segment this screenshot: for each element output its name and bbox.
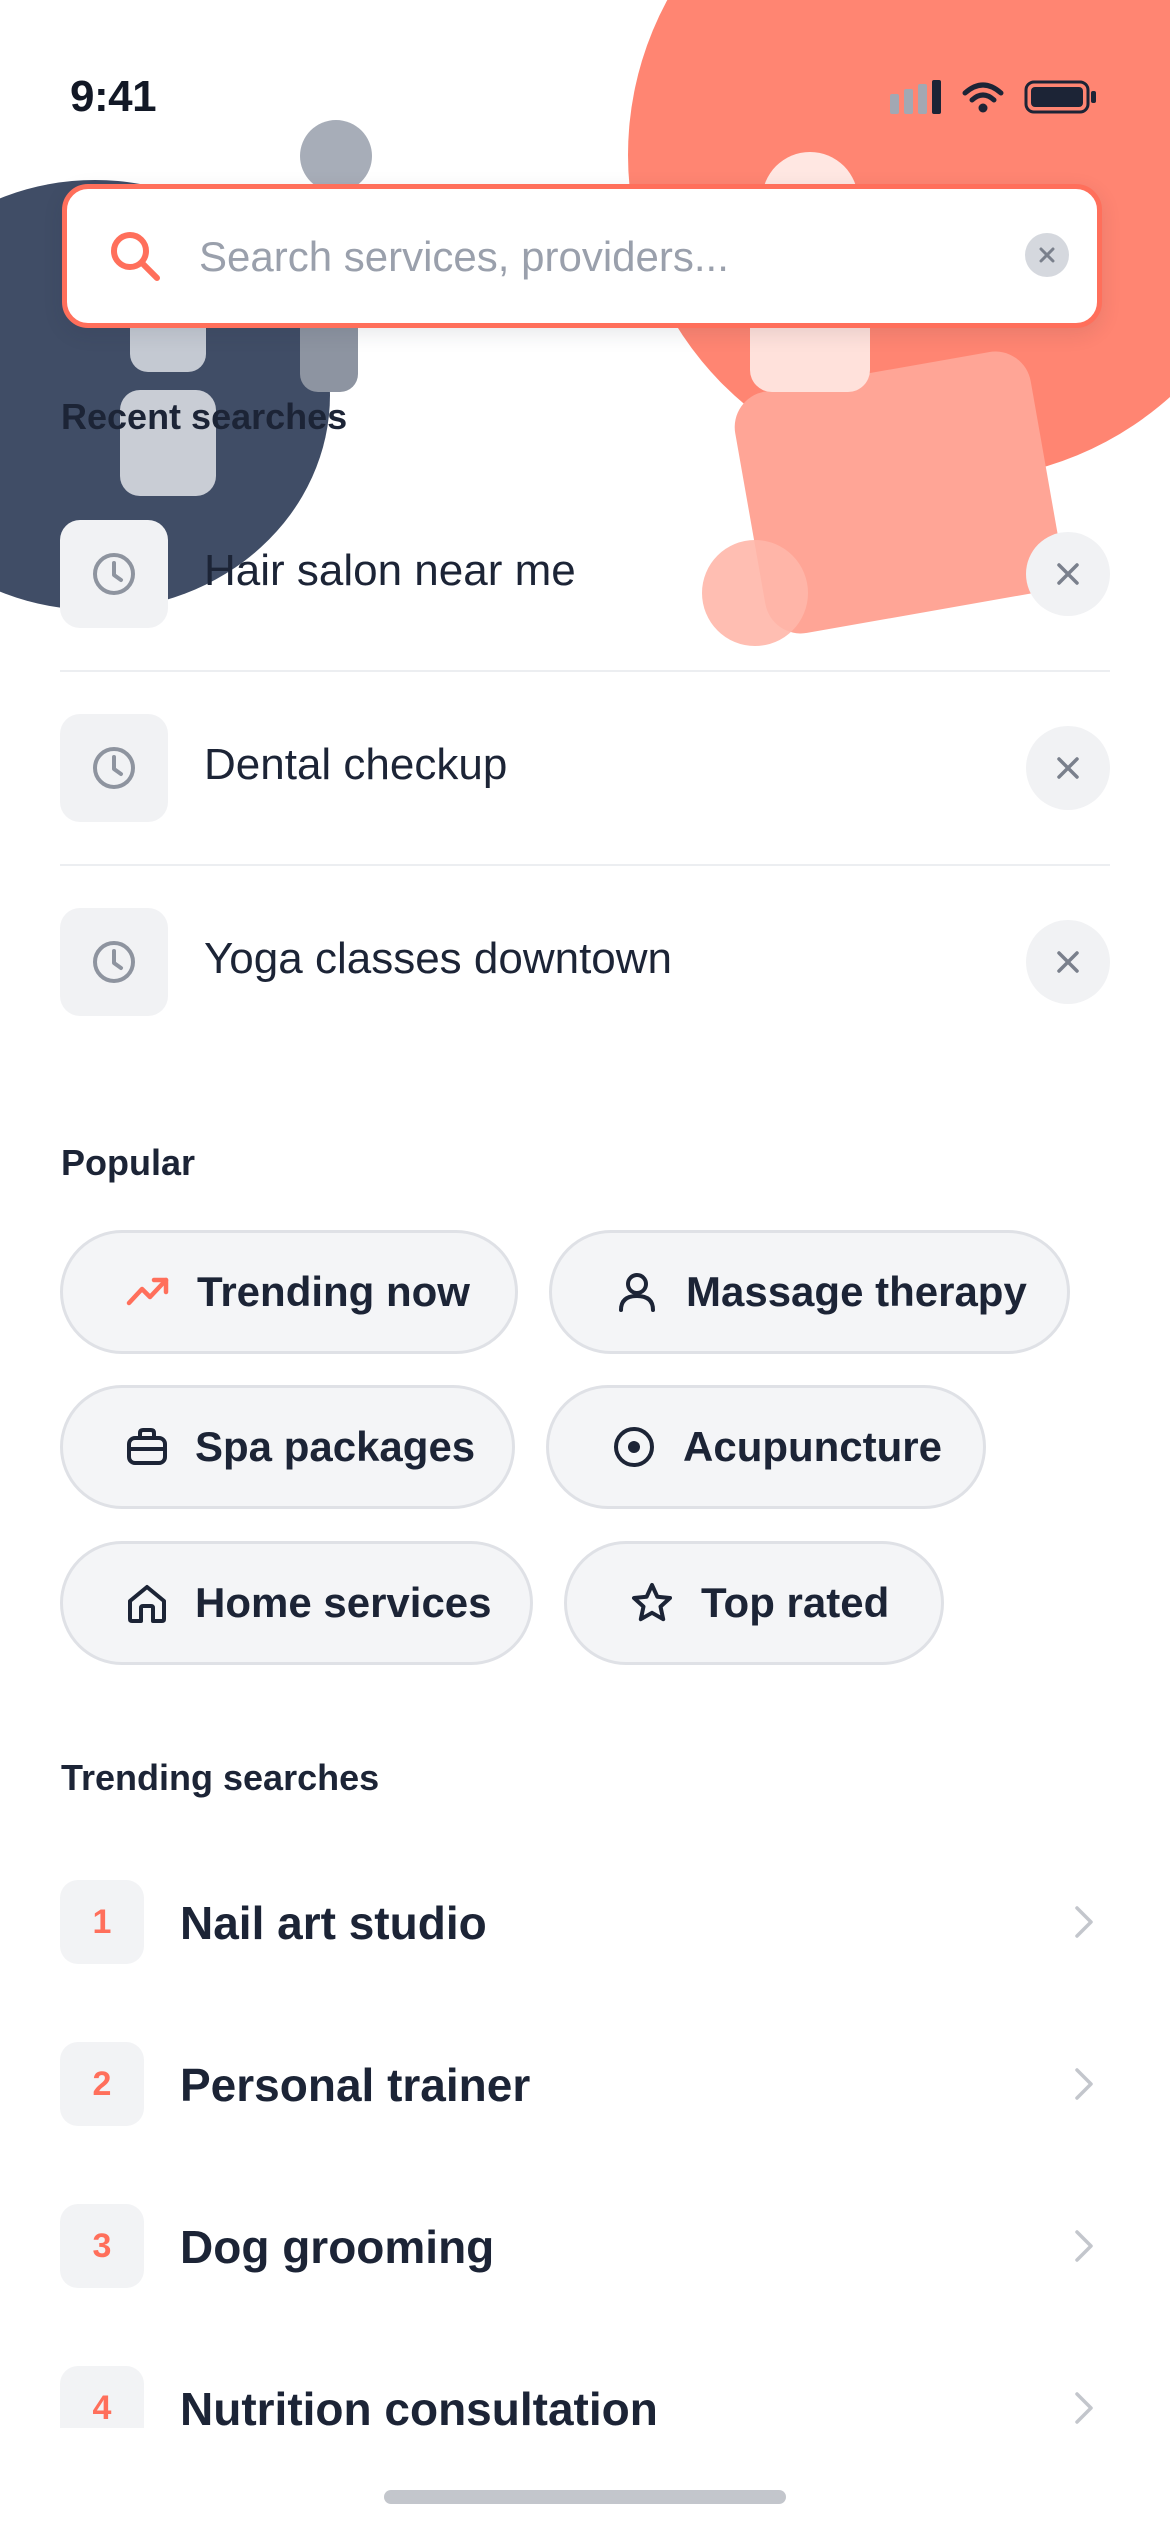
trending-item[interactable]: 1 Nail art studio [60,1858,1110,1998]
status-icons [890,80,1098,119]
remove-recent-button[interactable] [1026,726,1110,810]
rank-badge: 1 [60,1880,144,1964]
chevron-right-icon [1072,1904,1096,1945]
chip-acupuncture[interactable]: Acupuncture [546,1385,986,1509]
search-input[interactable] [197,219,1061,295]
close-icon [1057,951,1079,973]
chip-label: Massage therapy [686,1268,1027,1315]
remove-recent-button[interactable] [1026,920,1110,1004]
chip-massage-therapy[interactable]: Massage therapy [549,1230,1070,1354]
trending-label: Personal trainer [180,2059,531,2111]
wifi-icon [962,81,1004,118]
recent-search-label: Dental checkup [204,740,508,789]
status-time: 9:41 [70,72,157,121]
close-icon [1039,247,1055,263]
clock-icon [60,714,168,822]
recent-search-item[interactable]: Dental checkup [60,672,1110,866]
chevron-right-icon [1072,2228,1096,2269]
chip-trending-now[interactable]: Trending now [60,1230,518,1354]
chip-label: Acupuncture [683,1423,943,1470]
chevron-right-icon [1072,2390,1096,2431]
clock-icon [60,520,168,628]
star-icon [629,1580,675,1626]
close-icon [1057,757,1079,779]
clock-icon [60,908,168,1016]
chip-label: Home services [195,1579,492,1626]
rank-badge: 3 [60,2204,144,2288]
close-icon [1057,563,1079,585]
battery-icon [1024,80,1098,119]
trending-item[interactable]: 2 Personal trainer [60,2020,1110,2160]
chip-home-services[interactable]: Home services [60,1541,533,1665]
search-screen: 9:41 Search services, providers... Recen… [0,0,1170,2532]
recent-search-label: Hair salon near me [204,546,576,595]
person-icon [614,1269,660,1315]
home-indicator[interactable] [384,2490,786,2504]
clear-search-button[interactable] [1025,233,1069,277]
recent-search-label: Yoga classes downtown [204,934,673,983]
chip-label: Top rated [701,1579,890,1626]
chip-label: Spa packages [195,1423,476,1470]
briefcase-icon [125,1424,169,1470]
chip-label: Trending now [197,1268,470,1315]
bottom-safe-area [0,2428,1170,2532]
search-bar[interactable] [62,184,1102,328]
popular-heading: Popular [61,1142,196,1183]
trending-searches-heading: Trending searches [61,1757,380,1798]
chip-top-rated[interactable]: Top rated [564,1541,944,1665]
recent-search-item[interactable]: Hair salon near me [60,478,1110,672]
target-icon [611,1424,657,1470]
remove-recent-button[interactable] [1026,532,1110,616]
home-icon [125,1580,169,1626]
trending-up-icon [125,1269,171,1315]
recent-searches-heading: Recent searches [61,396,348,437]
trending-label: Nail art studio [180,1897,487,1949]
chevron-right-icon [1072,2066,1096,2107]
chip-spa-packages[interactable]: Spa packages [60,1385,515,1509]
rank-badge: 2 [60,2042,144,2126]
trending-item[interactable]: 3 Dog grooming [60,2182,1110,2322]
search-icon [107,228,163,289]
decorative-gray-dot [300,120,372,192]
trending-label: Dog grooming [180,2221,495,2273]
recent-search-item[interactable]: Yoga classes downtown [60,866,1110,1060]
cellular-signal-icon [890,80,942,119]
